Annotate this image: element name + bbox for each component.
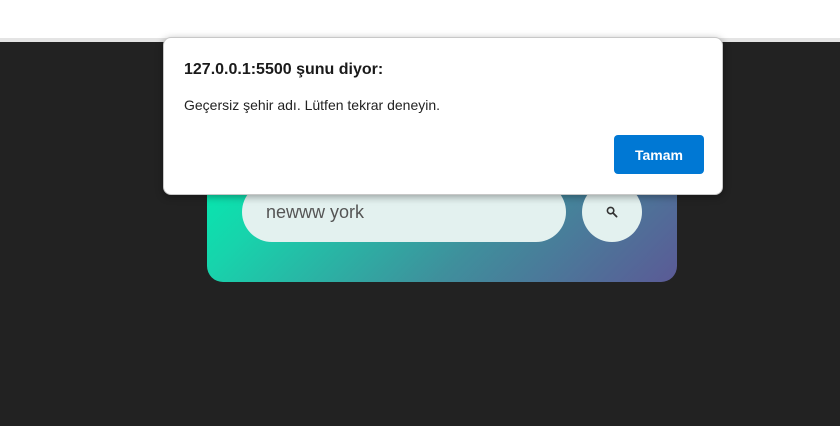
alert-message: Geçersiz şehir adı. Lütfen tekrar deneyi… — [184, 97, 441, 113]
search-icon — [606, 206, 618, 218]
browser-top-bar — [0, 0, 840, 38]
ok-button[interactable]: Tamam — [614, 135, 704, 174]
alert-dialog: 127.0.0.1:5500 şunu diyor: Geçersiz şehi… — [163, 37, 723, 195]
alert-title: 127.0.0.1:5500 şunu diyor: — [184, 61, 384, 78]
